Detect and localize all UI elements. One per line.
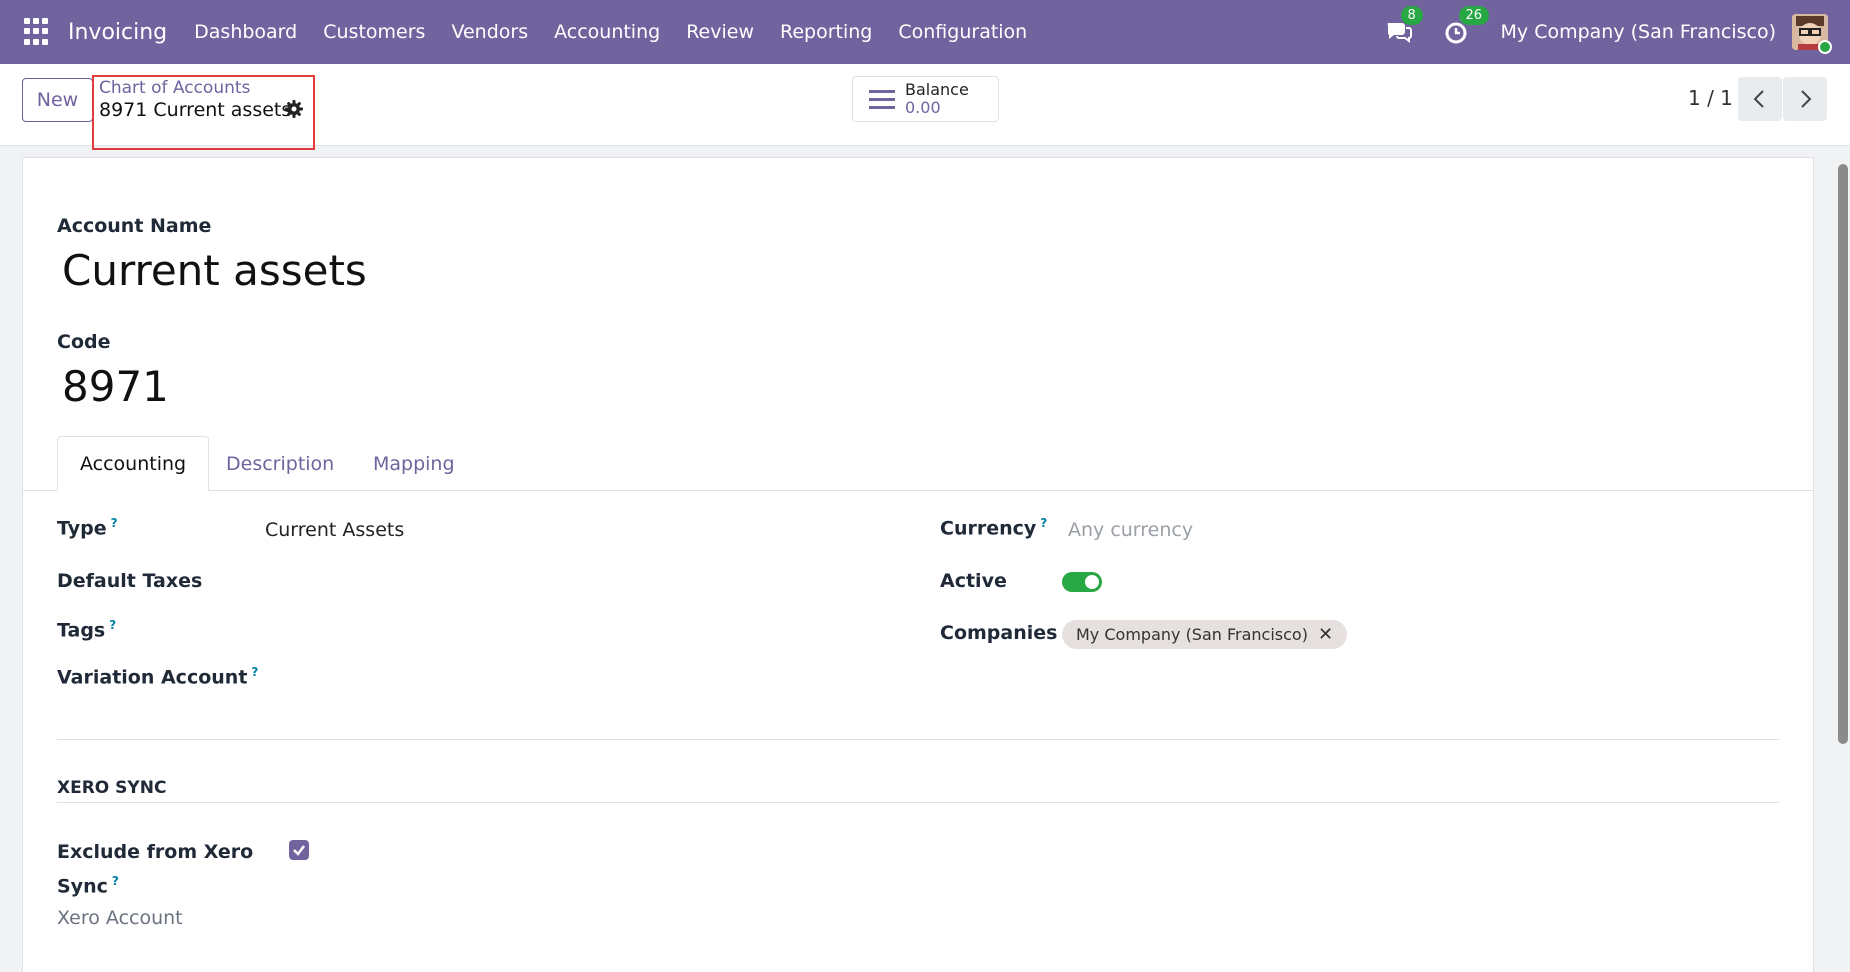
gear-icon[interactable] — [284, 99, 304, 119]
company-tag: My Company (San Francisco) ✕ — [1062, 620, 1348, 649]
app-name[interactable]: Invoicing — [68, 20, 167, 45]
chevron-left-icon — [1753, 90, 1764, 108]
top-navbar: Invoicing Dashboard Customers Vendors Ac… — [0, 0, 1850, 64]
menu-item-configuration[interactable]: Configuration — [885, 21, 1040, 43]
default-taxes-input[interactable] — [265, 566, 865, 594]
active-toggle[interactable] — [1062, 572, 1102, 592]
type-help-icon[interactable]: ? — [111, 516, 118, 530]
balance-value: 0.00 — [905, 98, 941, 117]
user-avatar[interactable] — [1792, 14, 1832, 54]
menu-item-review[interactable]: Review — [673, 21, 767, 43]
type-label: Type? — [57, 516, 118, 540]
code-input[interactable]: 8971 — [62, 362, 169, 411]
online-status-dot — [1818, 40, 1832, 54]
pager-previous-button[interactable] — [1738, 77, 1782, 121]
pager-counter[interactable]: 1 / 1 — [1688, 86, 1733, 110]
menu-item-vendors[interactable]: Vendors — [438, 21, 541, 43]
page-scrollbar-thumb[interactable] — [1838, 164, 1848, 744]
menu-item-dashboard[interactable]: Dashboard — [181, 21, 310, 43]
balance-label: Balance — [905, 80, 969, 99]
menu-item-customers[interactable]: Customers — [310, 21, 438, 43]
variation-account-help-icon[interactable]: ? — [251, 665, 258, 679]
xero-section-divider — [57, 802, 1779, 803]
new-button[interactable]: New — [22, 78, 93, 122]
activities-button[interactable]: 26 — [1443, 6, 1490, 46]
xero-sync-section-title: XERO SYNC — [57, 778, 167, 798]
companies-label: Companies — [940, 622, 1058, 644]
currency-label: Currency? — [940, 516, 1048, 540]
variation-account-input[interactable] — [265, 662, 865, 690]
active-label: Active — [940, 570, 1007, 592]
messages-button[interactable]: 8 — [1385, 6, 1423, 46]
tab-mapping[interactable]: Mapping — [373, 436, 455, 491]
exclude-help-icon[interactable]: ? — [112, 874, 119, 888]
main-menu: Dashboard Customers Vendors Accounting R… — [181, 21, 1040, 43]
currency-input[interactable]: Any currency — [1068, 519, 1193, 541]
tab-description[interactable]: Description — [226, 436, 334, 491]
account-name-label: Account Name — [57, 215, 212, 237]
company-switcher[interactable]: My Company (San Francisco) — [1501, 21, 1776, 43]
currency-help-icon[interactable]: ? — [1040, 516, 1047, 530]
navbar-systray: 8 26 My Company (San Francisco) — [1385, 0, 1832, 64]
list-icon — [869, 85, 895, 114]
balance-smart-button[interactable]: Balance 0.00 — [852, 76, 999, 122]
menu-item-accounting[interactable]: Accounting — [541, 21, 673, 43]
code-label: Code — [57, 331, 111, 353]
chevron-right-icon — [1801, 90, 1812, 108]
breadcrumb-chart-of-accounts[interactable]: Chart of Accounts — [99, 78, 250, 98]
tags-label: Tags? — [57, 618, 117, 642]
pager-next-button[interactable] — [1783, 77, 1827, 121]
tags-input[interactable] — [265, 614, 865, 642]
tags-help-icon[interactable]: ? — [109, 618, 116, 632]
activities-count-badge: 26 — [1458, 6, 1490, 25]
remove-tag-icon[interactable]: ✕ — [1318, 624, 1333, 645]
exclude-from-xero-label: Exclude from Xero Sync? — [57, 841, 254, 898]
menu-item-reporting[interactable]: Reporting — [767, 21, 885, 43]
breadcrumb-current-record: 8971 Current assets — [99, 99, 292, 121]
messages-count-badge: 8 — [1400, 6, 1423, 25]
section-divider — [57, 739, 1779, 740]
checkmark-icon — [293, 845, 305, 856]
default-taxes-label: Default Taxes — [57, 570, 203, 592]
app-grid-icon[interactable] — [24, 18, 52, 46]
form-tabs: Accounting Description Mapping — [22, 436, 1814, 491]
type-select[interactable]: Current Assets — [265, 519, 404, 541]
xero-account-label: Xero Account — [57, 907, 183, 929]
variation-account-label: Variation Account? — [57, 665, 259, 689]
account-name-input[interactable]: Current assets — [62, 246, 367, 295]
tab-accounting[interactable]: Accounting — [57, 436, 210, 491]
company-tag-label: My Company (San Francisco) — [1076, 625, 1308, 644]
exclude-from-xero-checkbox[interactable] — [289, 840, 309, 860]
